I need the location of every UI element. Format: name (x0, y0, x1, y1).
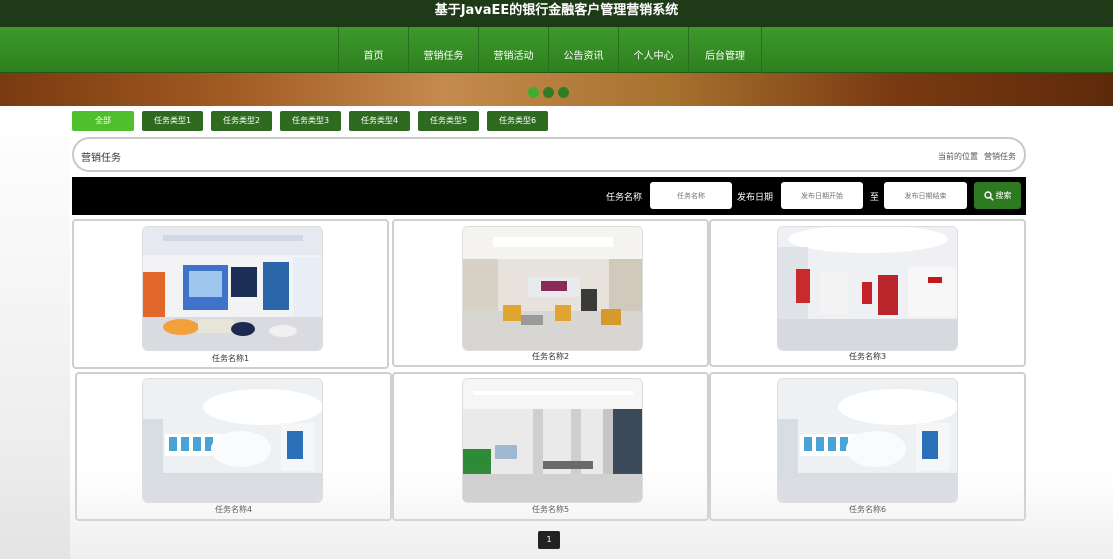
task-card[interactable]: 任务名称6 (709, 372, 1026, 521)
task-card[interactable]: 任务名称5 (392, 372, 709, 521)
task-name-input[interactable] (650, 182, 732, 209)
carousel-dot-1[interactable] (528, 87, 539, 98)
breadcrumb-path: 当前的位置 营销任务 (932, 151, 1016, 162)
category-all-button[interactable]: 全部 (72, 111, 134, 131)
search-icon (983, 190, 994, 201)
task-image (462, 378, 643, 503)
page-title: 营销任务 (81, 153, 121, 164)
background-fade (0, 106, 70, 559)
task-name[interactable]: 任务名称5 (394, 504, 707, 515)
task-image (462, 226, 643, 351)
nav-item-admin[interactable]: 后台管理 (688, 27, 762, 73)
task-image (777, 226, 958, 351)
task-image (142, 378, 323, 503)
category-type5-button[interactable]: 任务类型5 (418, 111, 479, 131)
app-title: 基于JavaEE的银行金融客户管理营销系统 (0, 0, 1113, 27)
main-nav: 首页 营销任务 营销活动 公告资讯 个人中心 后台管理 (0, 27, 1113, 73)
carousel-dot-3[interactable] (558, 87, 569, 98)
task-name[interactable]: 任务名称3 (711, 351, 1024, 362)
task-grid: 任务名称1 任务名称2 任务名称3 任务名称4 任务名称5 任务名称6 (72, 219, 1026, 521)
carousel-dot-2[interactable] (543, 87, 554, 98)
category-type4-button[interactable]: 任务类型4 (349, 111, 410, 131)
nav-item-news[interactable]: 公告资讯 (548, 27, 618, 73)
task-card[interactable]: 任务名称3 (709, 219, 1026, 367)
task-name[interactable]: 任务名称2 (394, 351, 707, 362)
pagination-page-1[interactable]: 1 (538, 531, 560, 549)
search-button[interactable]: 搜索 (974, 182, 1021, 209)
task-name[interactable]: 任务名称4 (77, 504, 390, 515)
search-button-label: 搜索 (995, 191, 1012, 200)
nav-item-activities[interactable]: 营销活动 (478, 27, 548, 73)
category-type1-button[interactable]: 任务类型1 (142, 111, 203, 131)
task-card[interactable]: 任务名称1 (72, 219, 389, 369)
date-separator: 至 (870, 193, 880, 203)
task-card[interactable]: 任务名称4 (75, 372, 392, 521)
task-image (142, 226, 323, 351)
task-name[interactable]: 任务名称1 (74, 353, 387, 364)
nav-item-tasks[interactable]: 营销任务 (408, 27, 478, 73)
carousel-dots (528, 87, 569, 98)
task-card[interactable]: 任务名称2 (392, 219, 709, 367)
publish-date-label: 发布日期 (737, 193, 774, 203)
breadcrumb-current[interactable]: 营销任务 (984, 152, 1016, 161)
breadcrumb-location-label: 当前的位置 (938, 152, 978, 161)
search-bar: 任务名称 发布日期 至 搜索 (72, 177, 1026, 215)
date-end-input[interactable] (884, 182, 967, 209)
task-image (777, 378, 958, 503)
banner-carousel (0, 73, 1113, 106)
nav-items: 首页 营销任务 营销活动 公告资讯 个人中心 后台管理 (338, 27, 762, 73)
category-type2-button[interactable]: 任务类型2 (211, 111, 272, 131)
nav-item-home[interactable]: 首页 (338, 27, 408, 73)
task-name-label: 任务名称 (606, 193, 643, 203)
date-start-input[interactable] (781, 182, 863, 209)
category-type6-button[interactable]: 任务类型6 (487, 111, 548, 131)
category-filter-bar: 全部 任务类型1 任务类型2 任务类型3 任务类型4 任务类型5 任务类型6 (72, 111, 556, 131)
breadcrumb: 营销任务 当前的位置 营销任务 (72, 137, 1026, 172)
category-type3-button[interactable]: 任务类型3 (280, 111, 341, 131)
task-name[interactable]: 任务名称6 (711, 504, 1024, 515)
nav-item-profile[interactable]: 个人中心 (618, 27, 688, 73)
